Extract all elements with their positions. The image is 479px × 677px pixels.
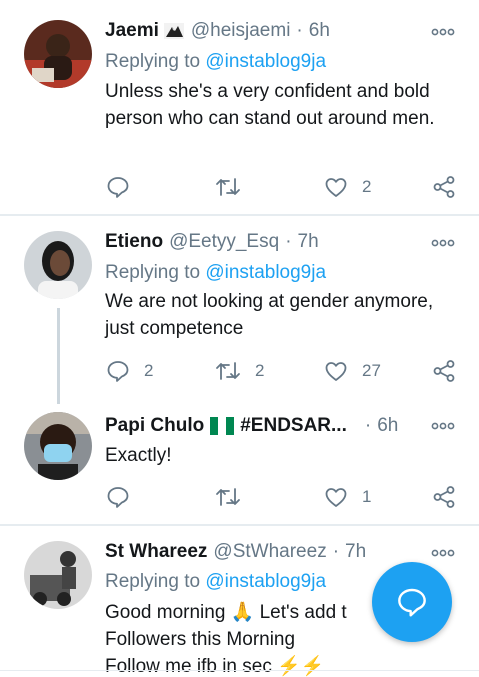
display-name[interactable]: Etieno: [105, 229, 163, 255]
replying-to: Replying to @instablog9ja: [105, 569, 326, 595]
like-button[interactable]: 1: [324, 482, 371, 512]
reply-count: 2: [144, 361, 154, 380]
replying-to-handle[interactable]: @instablog9ja: [205, 571, 326, 592]
more-dots-icon[interactable]: [431, 233, 455, 253]
tweet-text: Unless she's a very confident and bold p…: [105, 81, 435, 129]
heart-icon: [325, 178, 347, 197]
more-dots-icon[interactable]: [431, 22, 455, 42]
bottom-edge: [0, 670, 479, 671]
display-name[interactable]: Jaemi: [105, 18, 159, 44]
tweet-actions: 2 2 27: [0, 356, 479, 386]
nigeria-flag-icon: [210, 417, 235, 435]
reply-button[interactable]: [106, 482, 144, 512]
avatar[interactable]: [24, 231, 92, 299]
timestamp[interactable]: 6h: [377, 413, 398, 439]
retweet-icon: [216, 362, 240, 380]
avatar[interactable]: [24, 412, 92, 480]
compose-reply-icon: [398, 588, 426, 617]
share-button[interactable]: [432, 172, 456, 202]
tweet-header: Etieno @Eetyy_Esq · 7h: [105, 229, 319, 255]
heart-icon: [325, 488, 347, 507]
replying-to: Replying to @instablog9ja: [105, 260, 326, 286]
tweet-text: We are not looking at gender anymore, ju…: [105, 291, 434, 339]
username[interactable]: @Eetyy_Esq: [169, 229, 279, 255]
display-name[interactable]: St Whareez: [105, 539, 207, 565]
tweet-divider: [0, 214, 479, 216]
username[interactable]: @StWhareez: [213, 539, 326, 565]
display-name[interactable]: Papi Chulo: [105, 413, 204, 439]
tweet-text: Exactly!: [105, 445, 172, 466]
replying-to-handle[interactable]: @instablog9ja: [205, 51, 326, 72]
reply-icon: [107, 361, 129, 382]
like-count: 2: [362, 177, 372, 196]
verified-badge-icon: [163, 21, 185, 41]
replying-to-label: Replying to: [105, 51, 201, 72]
display-name-suffix[interactable]: #ENDSAR...: [240, 413, 347, 439]
share-button[interactable]: [432, 482, 456, 512]
share-button[interactable]: [432, 356, 456, 386]
like-button[interactable]: 27: [324, 356, 381, 386]
more-dots-icon[interactable]: [431, 543, 455, 563]
timestamp[interactable]: 6h: [309, 18, 330, 44]
reply-icon: [107, 487, 129, 508]
tweet-actions: 2: [0, 172, 479, 202]
replying-to-handle[interactable]: @instablog9ja: [205, 262, 326, 283]
separator-dot: ·: [296, 20, 303, 41]
share-icon: [433, 486, 455, 508]
share-icon: [433, 360, 455, 382]
separator-dot: ·: [285, 231, 292, 252]
compose-reply-button[interactable]: [372, 562, 452, 642]
reply-icon: [107, 177, 129, 198]
avatar[interactable]: [24, 20, 92, 88]
share-icon: [433, 176, 455, 198]
more-dots-icon[interactable]: [431, 416, 455, 436]
tweet-header: Papi Chulo #ENDSAR... · 6h: [105, 413, 398, 439]
retweet-count: 2: [255, 361, 265, 380]
timestamp[interactable]: 7h: [298, 229, 319, 255]
retweet-button[interactable]: [215, 172, 255, 202]
replying-to: Replying to @instablog9ja: [105, 49, 326, 75]
reply-button[interactable]: 2: [106, 356, 153, 386]
replying-to-label: Replying to: [105, 262, 201, 283]
timestamp[interactable]: 7h: [345, 539, 366, 565]
tweet-header: Jaemi @heisjaemi · 6h: [105, 18, 330, 44]
separator-dot: ·: [364, 415, 372, 436]
like-button[interactable]: 2: [324, 172, 371, 202]
like-count: 1: [362, 487, 372, 506]
replying-to-label: Replying to: [105, 571, 201, 592]
tweet-text-line: Follow me ifb in sec ⚡⚡: [105, 656, 325, 677]
heart-icon: [325, 362, 347, 381]
retweet-button[interactable]: 2: [215, 356, 264, 386]
username[interactable]: @heisjaemi: [191, 18, 291, 44]
avatar[interactable]: [24, 541, 92, 609]
like-count: 27: [362, 361, 381, 380]
retweet-icon: [216, 488, 240, 506]
retweet-button[interactable]: [215, 482, 255, 512]
tweet-actions: 1: [0, 482, 479, 512]
separator-dot: ·: [332, 541, 340, 562]
reply-button[interactable]: [106, 172, 144, 202]
tweet-divider: [0, 524, 479, 526]
retweet-icon: [216, 178, 240, 196]
tweet-header: St Whareez @StWhareez · 7h: [105, 539, 366, 565]
